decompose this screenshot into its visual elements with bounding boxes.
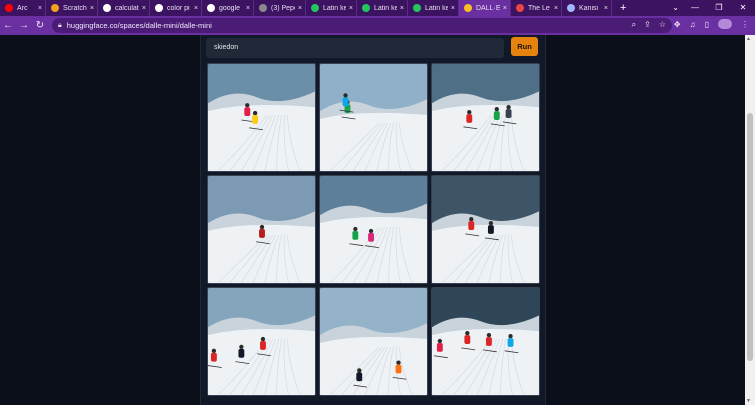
avatar[interactable] [718,19,732,29]
window-controls: — ❐ ✕ [683,0,755,16]
maximize-icon[interactable]: ❐ [707,0,731,16]
tab-close-icon[interactable]: × [90,5,94,12]
browser-tab[interactable]: Latin ke × [408,0,459,16]
scroll-down-icon[interactable]: ▼ [746,398,751,404]
generated-image[interactable] [319,63,428,172]
browser-tab[interactable]: The Le × [511,0,562,16]
minimize-icon[interactable]: — [683,0,707,16]
scroll-up-icon[interactable]: ▲ [746,36,751,42]
close-window-icon[interactable]: ✕ [731,0,755,16]
back-icon[interactable]: ← [0,20,16,31]
browser-tab[interactable]: google × [202,0,254,16]
browser-tab[interactable]: Scratch × [46,0,98,16]
tab-search-icon[interactable]: ⌄ [672,3,679,12]
tab-close-icon[interactable]: × [349,5,353,12]
tab-favicon-icon [103,4,111,12]
browser-tab[interactable]: Latin ke × [306,0,357,16]
generated-image[interactable] [431,63,540,172]
reload-icon[interactable]: ↻ [32,20,48,31]
generated-image[interactable] [431,175,540,284]
browser-tab[interactable]: (3) Pepe× [254,0,306,16]
generated-image[interactable] [207,63,316,172]
tab-close-icon[interactable]: × [194,5,198,12]
bookmark-star-icon[interactable]: ☆ [659,20,666,30]
tab-title: Arc [17,4,28,12]
tab-favicon-icon [311,4,319,12]
tab-favicon-icon [155,4,163,12]
run-button[interactable]: Run [511,37,538,56]
new-tab-icon[interactable]: + [620,2,626,14]
generated-image[interactable] [207,287,316,396]
zoom-icon[interactable]: ⌕ [632,20,636,30]
tab-favicon-icon [413,4,421,12]
tab-close-icon[interactable]: × [246,5,250,12]
forward-icon[interactable]: → [16,20,32,31]
address-bar[interactable]: 🔒︎ huggingface.co/spaces/dalle-mini/dall… [52,18,672,33]
media-icon[interactable]: ♫ [690,20,696,29]
tab-favicon-icon [207,4,215,12]
tab-close-icon[interactable]: × [451,5,455,12]
tab-title: Latin ke [323,4,346,12]
tab-title: color pi [167,4,190,12]
url-text: huggingface.co/spaces/dalle-mini/dalle-m… [66,21,212,30]
tab-title: Scratch [63,4,87,12]
tab-close-icon[interactable]: × [503,5,507,12]
tab-title: Latin ke [374,4,397,12]
tab-favicon-icon [51,4,59,12]
scrollbar-thumb[interactable] [747,113,753,361]
extensions-icon[interactable]: ✥ [674,20,681,29]
tab-title: (3) Pepe [271,4,295,12]
tab-favicon-icon [516,4,524,12]
tab-close-icon[interactable]: × [38,5,42,12]
tab-favicon-icon [259,4,267,12]
browser-tab[interactable]: calculat × [98,0,150,16]
browser-toolbar: ← → ↻ 🔒︎ huggingface.co/spaces/dalle-min… [0,16,755,35]
scrollbar[interactable]: ▲ ▼ [745,35,755,405]
tab-title: DALL·E [476,4,500,12]
tab-close-icon[interactable]: × [604,5,608,12]
tab-strip: Arc × Scratch × calculat × color pi × google × (3)… [0,0,755,16]
browser-tab[interactable]: DALL·E × [459,0,511,16]
tab-close-icon[interactable]: × [142,5,146,12]
generated-image[interactable] [319,287,428,396]
browser-tab[interactable]: Kanisi × [562,0,612,16]
tab-close-icon[interactable]: × [400,5,404,12]
tab-favicon-icon [5,4,13,12]
side-panel-icon[interactable]: ▯ [705,20,709,29]
tab-title: Latin ke [425,4,448,12]
lock-icon: 🔒︎ [58,21,62,29]
generated-image[interactable] [319,175,428,284]
tab-favicon-icon [362,4,370,12]
tab-favicon-icon [567,4,575,12]
tab-title: Kanisi [579,4,599,12]
browser-tab[interactable]: Arc × [0,0,46,16]
generated-image[interactable] [431,287,540,396]
browser-tab[interactable]: Latin ke × [357,0,408,16]
image-grid [207,63,540,397]
page-content: skiedon Run [0,35,745,405]
tab-title: calculat [115,4,139,12]
tab-title: The Le [528,4,550,12]
generated-image[interactable] [207,175,316,284]
prompt-input[interactable]: skiedon [206,38,504,58]
share-icon[interactable]: ⇪ [644,20,651,30]
tab-close-icon[interactable]: × [298,5,302,12]
tab-title: google [219,4,241,12]
browser-tab[interactable]: color pi × [150,0,202,16]
tab-favicon-icon [464,4,472,12]
menu-icon[interactable]: ⋮ [741,20,749,29]
tab-close-icon[interactable]: × [554,5,558,12]
